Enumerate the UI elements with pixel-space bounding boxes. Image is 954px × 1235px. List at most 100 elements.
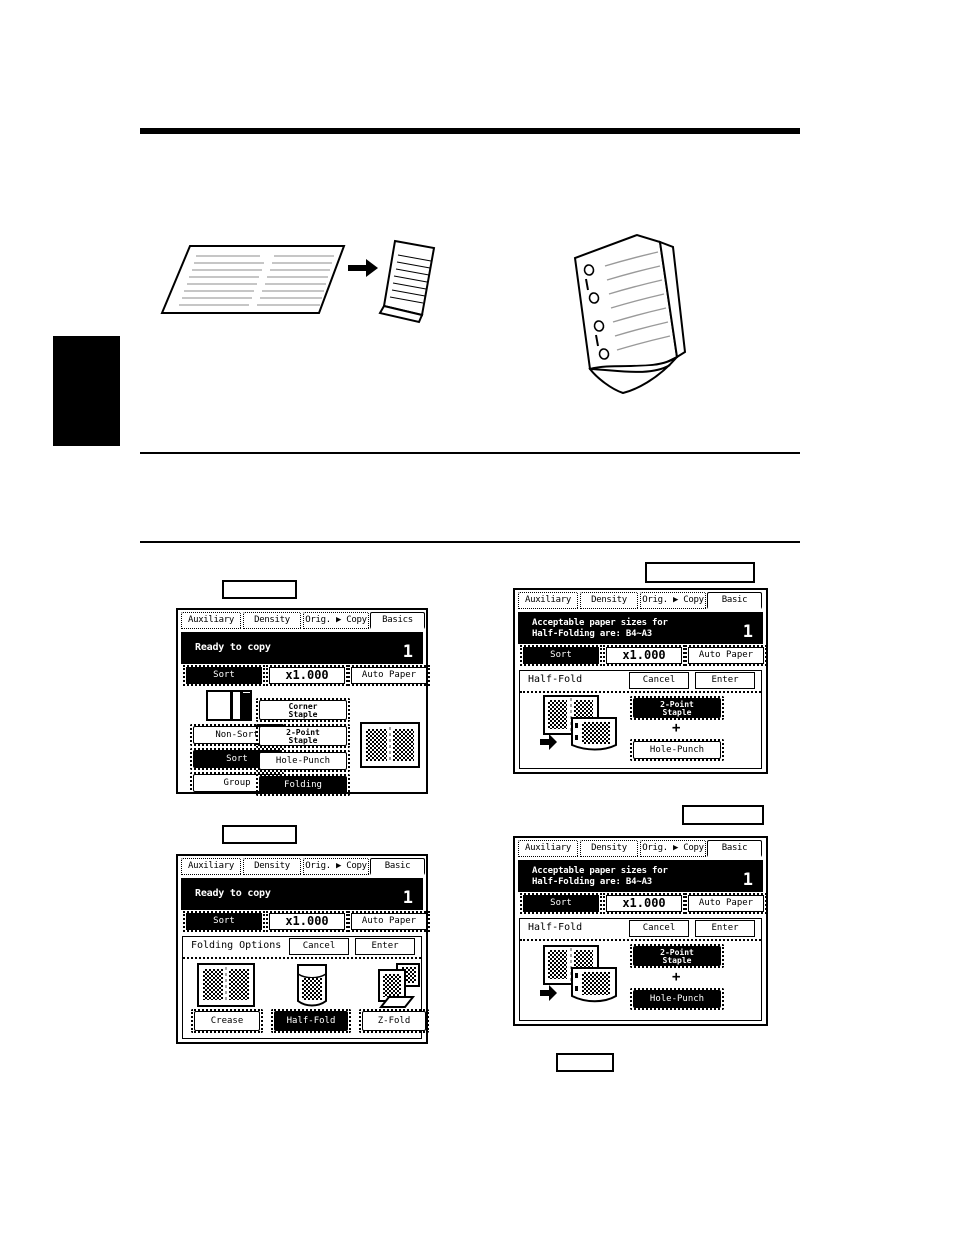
half-fold-dialog: Half-Fold Cancel Enter 2-Point Staple + (519, 670, 762, 769)
status-sort-button[interactable]: Sort (186, 667, 262, 684)
two-point-staple-button[interactable]: 2-Point Staple (259, 726, 347, 746)
section-rule-lower (140, 541, 800, 543)
tab-auxiliary[interactable]: Auxiliary (181, 612, 241, 629)
dialog-title: Folding Options (191, 940, 282, 951)
status-zoom-button[interactable]: x1.000 (269, 667, 345, 684)
callout-box-1 (222, 580, 297, 599)
dialog-title: Half-Fold (528, 674, 583, 685)
folded-punched-booklet (545, 222, 740, 397)
status-sort-button[interactable]: Sort (186, 913, 262, 930)
status-message-bar: Acceptable paper sizes for Half-Folding … (518, 860, 763, 892)
half-fold-icon (291, 961, 333, 1009)
tab-auxiliary[interactable]: Auxiliary (518, 840, 578, 857)
status-button-row: Sort x1.000 Auto Paper (181, 665, 430, 686)
copier-lcd-panel-basics[interactable]: Auxiliary Density Orig. ▶ Copy Basics Re… (176, 608, 430, 796)
status-zoom-button[interactable]: x1.000 (606, 647, 682, 664)
status-zoom-button[interactable]: x1.000 (269, 913, 345, 930)
copier-lcd-panel-halffold-staple[interactable]: Auxiliary Density Orig. ▶ Copy Basic Acc… (513, 588, 768, 774)
status-message-bar: Ready to copy 1 (181, 878, 423, 910)
enter-button[interactable]: Enter (695, 672, 755, 689)
corner-staple-button[interactable]: Corner Staple (259, 700, 347, 720)
two-point-staple-line2: Staple (288, 736, 318, 745)
two-point-staple-line2: Staple (662, 956, 692, 965)
enter-button[interactable]: Enter (695, 920, 755, 937)
copy-count: 1 (742, 870, 753, 890)
copier-lcd-panel-halffold-punch[interactable]: Auxiliary Density Orig. ▶ Copy Basic Acc… (513, 836, 768, 1026)
tab-basic[interactable]: Basic (707, 840, 762, 857)
status-sort-button[interactable]: Sort (523, 895, 599, 912)
two-point-staple-button[interactable]: 2-Point Staple (633, 698, 721, 718)
half-fold-button[interactable]: Half-Fold (274, 1011, 348, 1031)
cancel-button[interactable]: Cancel (629, 920, 689, 937)
header-rule (140, 128, 800, 134)
chapter-thumb-tab (53, 336, 120, 446)
plus-sign: + (672, 969, 681, 985)
section-rule-upper (140, 452, 800, 454)
status-paper-button[interactable]: Auto Paper (351, 913, 427, 930)
copy-count: 1 (402, 642, 413, 662)
tab-basics[interactable]: Basics (370, 612, 425, 629)
copy-count: 1 (402, 888, 413, 908)
cancel-button[interactable]: Cancel (629, 672, 689, 689)
enter-button[interactable]: Enter (355, 938, 415, 955)
tab-orig-copy[interactable]: Orig. ▶ Copy (640, 592, 706, 609)
finishing-options-area: Non-Sort Sort Group Corner Staple 2-Poin… (178, 688, 426, 796)
folding-button[interactable]: Folding (259, 776, 347, 794)
plus-sign: + (672, 720, 681, 736)
z-fold-button[interactable]: Z-Fold (362, 1011, 426, 1031)
two-point-staple-line2: Staple (662, 708, 692, 717)
status-message-bar: Acceptable paper sizes for Half-Folding … (518, 612, 763, 644)
status-message: Acceptable paper sizes for Half-Folding … (532, 866, 668, 887)
status-paper-button[interactable]: Auto Paper (351, 667, 427, 684)
corner-staple-line2: Staple (288, 710, 318, 719)
two-point-staple-button[interactable]: 2-Point Staple (633, 946, 721, 966)
tab-density[interactable]: Density (243, 858, 301, 875)
callout-box-5 (556, 1053, 614, 1072)
tab-density[interactable]: Density (580, 840, 638, 857)
status-button-row: Sort x1.000 Auto Paper (518, 893, 767, 914)
tab-orig-copy[interactable]: Orig. ▶ Copy (303, 858, 369, 875)
halffold-staple-preview-icon (536, 695, 622, 757)
hole-punch-button[interactable]: Hole-Punch (259, 752, 347, 770)
callout-box-3 (222, 825, 297, 844)
dialog-title-bar: Half-Fold Cancel Enter (520, 919, 761, 941)
tab-density[interactable]: Density (580, 592, 638, 609)
crease-button[interactable]: Crease (194, 1011, 260, 1031)
tab-basic[interactable]: Basic (370, 858, 425, 875)
status-paper-button[interactable]: Auto Paper (688, 647, 764, 664)
copier-lcd-panel-folding-options[interactable]: Auxiliary Density Orig. ▶ Copy Basic Rea… (176, 854, 430, 1044)
status-message: Ready to copy (195, 642, 271, 653)
status-button-row: Sort x1.000 Auto Paper (181, 911, 430, 932)
tab-bar: Auxiliary Density Orig. ▶ Copy Basic (178, 856, 426, 877)
status-button-row: Sort x1.000 Auto Paper (518, 645, 767, 666)
dialog-title-bar: Folding Options Cancel Enter (183, 937, 421, 959)
dialog-title: Half-Fold (528, 922, 583, 933)
tab-density[interactable]: Density (243, 612, 301, 629)
dialog-title-bar: Half-Fold Cancel Enter (520, 671, 761, 693)
callout-box-4 (682, 805, 764, 825)
hole-punch-button[interactable]: Hole-Punch (633, 990, 721, 1008)
tab-bar: Auxiliary Density Orig. ▶ Copy Basics (178, 610, 426, 631)
tab-auxiliary[interactable]: Auxiliary (181, 858, 241, 875)
hole-punch-button[interactable]: Hole-Punch (633, 741, 721, 759)
z-fold-icon (375, 963, 423, 1009)
halffold-punch-preview-icon (536, 945, 622, 1009)
status-message: Ready to copy (195, 888, 271, 899)
tab-orig-copy[interactable]: Orig. ▶ Copy (640, 840, 706, 857)
status-zoom-button[interactable]: x1.000 (606, 895, 682, 912)
status-message: Acceptable paper sizes for Half-Folding … (532, 618, 668, 639)
status-sort-button[interactable]: Sort (523, 647, 599, 664)
tab-orig-copy[interactable]: Orig. ▶ Copy (303, 612, 369, 629)
copy-count: 1 (742, 622, 753, 642)
crease-preview-icon (360, 722, 420, 768)
tab-bar: Auxiliary Density Orig. ▶ Copy Basic (515, 590, 766, 611)
status-message-bar: Ready to copy 1 (181, 632, 423, 664)
cancel-button[interactable]: Cancel (289, 938, 349, 955)
crease-icon (197, 963, 255, 1007)
sort-preview-icon (206, 690, 252, 724)
callout-box-2 (645, 562, 755, 583)
tab-basic[interactable]: Basic (707, 592, 762, 609)
sheet-to-halffold-diagram (152, 205, 437, 335)
status-paper-button[interactable]: Auto Paper (688, 895, 764, 912)
tab-auxiliary[interactable]: Auxiliary (518, 592, 578, 609)
